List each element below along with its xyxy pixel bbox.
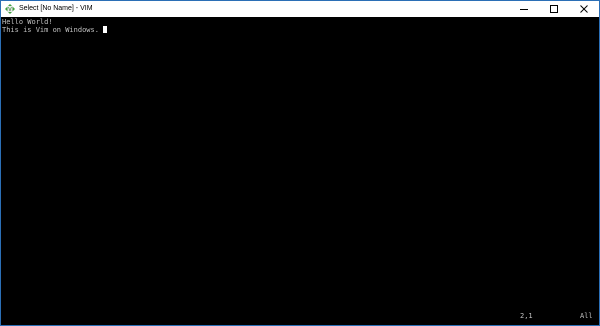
maximize-icon [550, 5, 558, 13]
editor-area[interactable]: Hello World! This is Vim on Windows. 2,1… [1, 17, 599, 325]
maximize-button[interactable] [539, 1, 569, 17]
text-cursor [103, 26, 108, 33]
line-text: Hello World! [2, 18, 53, 26]
vim-window: V Select [No Name] - VIM Hello World! Th… [0, 0, 600, 326]
window-title: Select [No Name] - VIM [19, 5, 93, 12]
minimize-icon [520, 9, 528, 10]
view-indicator: All [580, 312, 593, 320]
svg-text:V: V [8, 7, 12, 13]
editor-line-1[interactable]: Hello World! [2, 18, 53, 26]
cursor-position: 2,1 [520, 312, 533, 320]
line-text: This is Vim on Windows. [2, 26, 104, 34]
vim-icon[interactable]: V [5, 4, 15, 14]
status-line: 2,1 All [1, 312, 599, 320]
title-bar[interactable]: V Select [No Name] - VIM [1, 1, 599, 17]
window-controls [509, 1, 599, 17]
close-button[interactable] [569, 1, 599, 17]
close-icon [580, 5, 588, 13]
editor-line-2[interactable]: This is Vim on Windows. [2, 26, 108, 34]
minimize-button[interactable] [509, 1, 539, 17]
